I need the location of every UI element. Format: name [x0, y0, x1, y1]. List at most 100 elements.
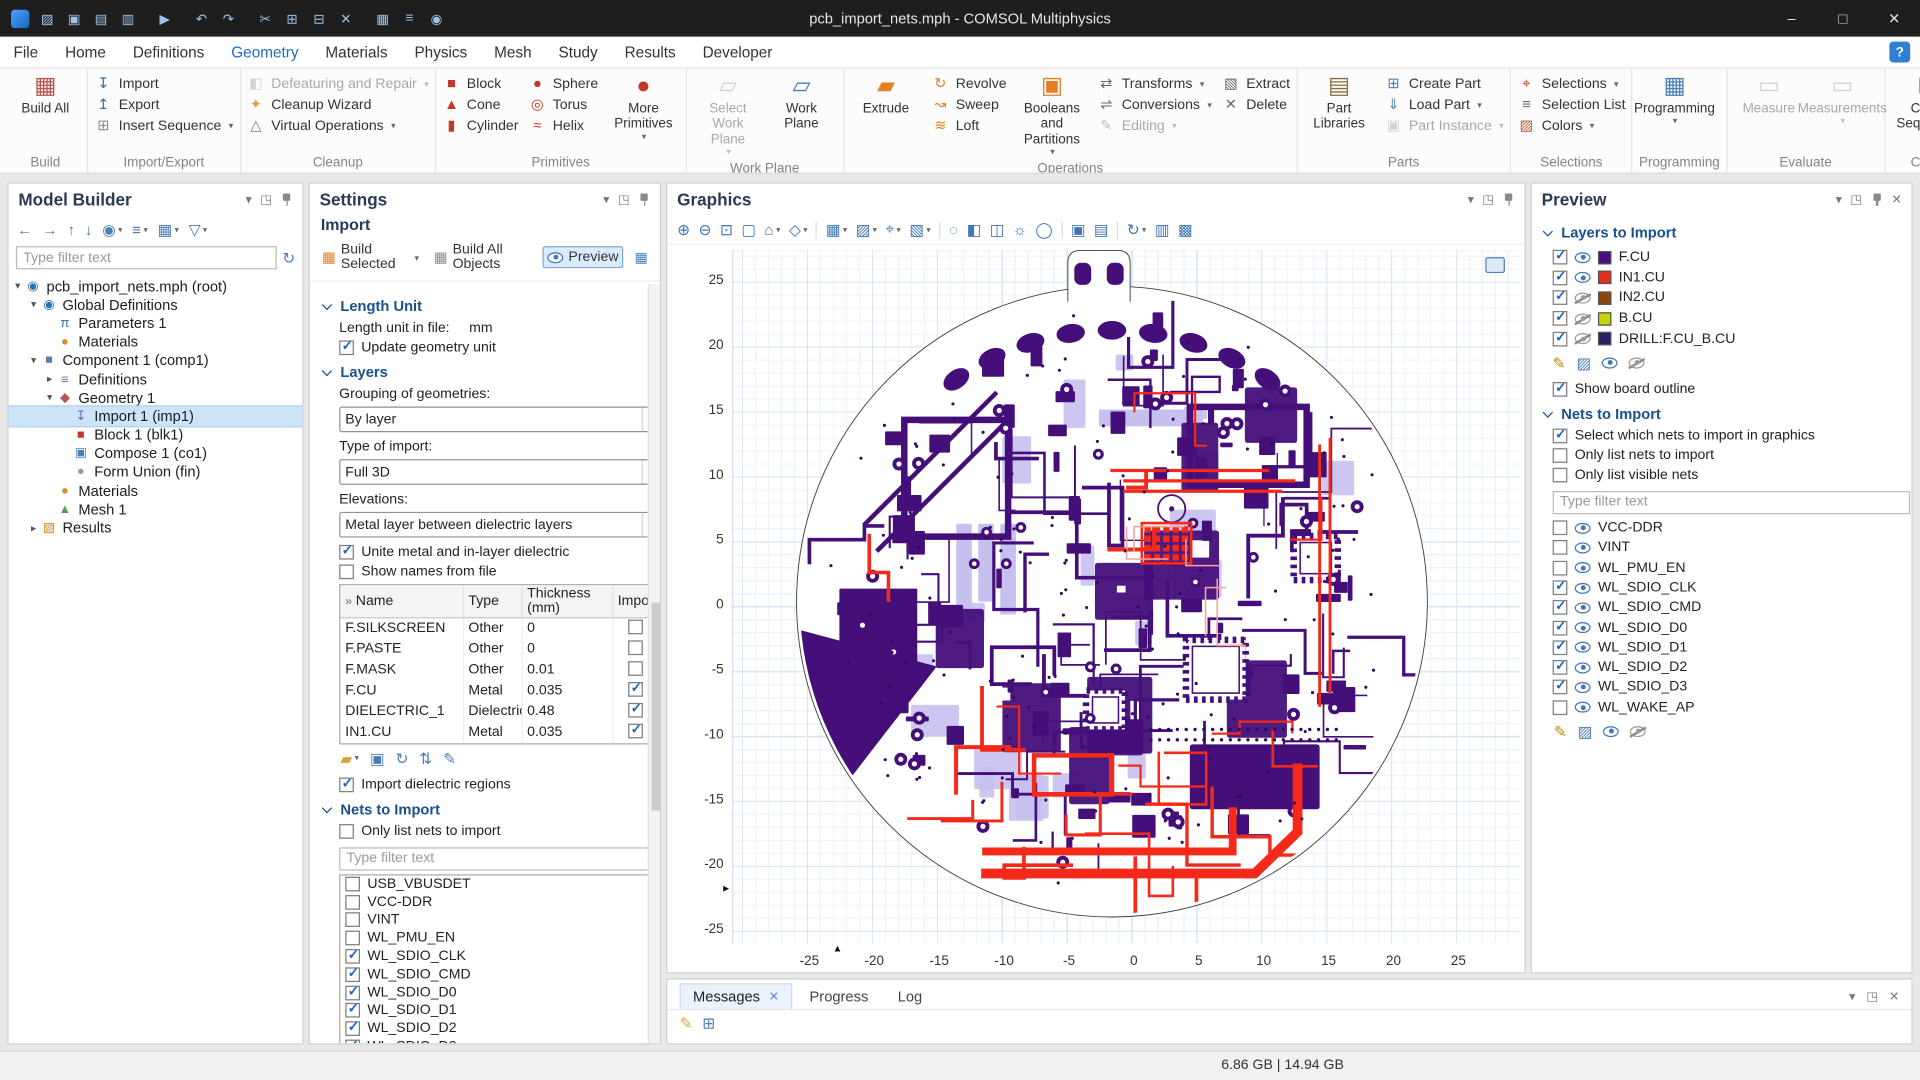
tab-geometry[interactable]: Geometry [218, 37, 312, 68]
net-list-item[interactable]: VINT [340, 911, 647, 929]
import-checkbox[interactable] [628, 702, 643, 717]
detach-icon[interactable]: ◳ [260, 193, 272, 206]
hide-objects-icon[interactable]: ◌ [949, 221, 958, 238]
net-list-item[interactable]: WL_PMU_EN [340, 929, 647, 947]
net-checkbox[interactable] [345, 931, 360, 946]
import-dielectric-checkbox[interactable] [339, 777, 354, 792]
undo-icon[interactable]: ↶ [189, 6, 215, 32]
zoom-out-icon[interactable]: ⊖ [699, 220, 712, 238]
net-list-item[interactable]: WL_SDIO_D0 [1553, 618, 1902, 638]
table-row[interactable]: IN1.CUMetal0.035 [340, 722, 647, 743]
snapshot-icon[interactable]: ▣ [1071, 220, 1085, 238]
camera-icon[interactable]: ▥ [1155, 220, 1169, 238]
pin-icon[interactable] [1871, 192, 1883, 207]
booleans-and-partitions-button[interactable]: ▣Booleans and Partitions▾ [1016, 72, 1087, 158]
net-checkbox[interactable] [1553, 580, 1568, 595]
layer-checkbox[interactable] [1553, 270, 1568, 285]
net-checkbox[interactable] [345, 913, 360, 928]
transforms-button[interactable]: ⇄Transforms▾ [1097, 76, 1212, 92]
net-list-item[interactable]: VINT [1553, 538, 1902, 558]
net-checkbox[interactable] [345, 1022, 360, 1037]
visible-eye-icon[interactable] [1575, 622, 1591, 633]
net-checkbox[interactable] [345, 967, 360, 982]
collapse-icon[interactable]: ▾ [1836, 193, 1842, 206]
layer-checkbox[interactable] [1553, 250, 1568, 265]
color-icon[interactable]: ▨ [1578, 722, 1592, 740]
layer-checkbox[interactable] [1553, 311, 1568, 326]
cleanup-wizard-button[interactable]: ✦Cleanup Wizard [247, 97, 429, 113]
expand-toggle-icon[interactable]: ▸ [27, 521, 40, 534]
grouping-select[interactable]: By layer▾ [339, 407, 648, 433]
net-checkbox[interactable] [345, 949, 360, 964]
import-button[interactable]: ↧Import [94, 76, 233, 92]
pin-icon[interactable] [638, 192, 650, 207]
block-button[interactable]: ■Block [442, 76, 518, 92]
model-builder-filter-input[interactable] [16, 246, 276, 269]
work-plane-button[interactable]: ▱Work Plane [766, 72, 837, 158]
plot-settings-icon[interactable]: ▩ [1178, 220, 1192, 238]
pin-icon[interactable] [280, 192, 292, 207]
tree-item-component-1-comp1[interactable]: ▾■Component 1 (comp1) [9, 351, 303, 370]
show-icon[interactable] [1602, 358, 1618, 369]
tab-mesh[interactable]: Mesh [481, 37, 545, 68]
save-layers-icon[interactable]: ▣ [370, 749, 384, 767]
net-checkbox[interactable] [345, 985, 360, 1000]
extract-button[interactable]: ▧Extract [1222, 76, 1290, 92]
layer-checkbox[interactable] [1553, 331, 1568, 346]
close-tab-icon[interactable]: ✕ [769, 990, 779, 1003]
transparency-icon[interactable]: ◧ [967, 220, 981, 238]
open-icon[interactable]: ▨ [34, 6, 60, 32]
layer-list-item[interactable]: DRILL:F.CU_B.CU [1553, 329, 1902, 349]
detach-icon[interactable]: ◳ [1482, 193, 1494, 206]
import-checkbox[interactable] [628, 640, 643, 655]
section-nets-to-import[interactable]: Nets to Import [321, 800, 645, 817]
net-checkbox[interactable] [1553, 680, 1568, 695]
print-icon[interactable]: ▤ [1094, 220, 1108, 238]
net-list-item[interactable]: VCC-DDR [340, 893, 647, 911]
move-up-icon[interactable]: ↑ [67, 221, 75, 238]
net-checkbox[interactable] [1553, 600, 1568, 615]
clear-messages-icon[interactable]: ✎ [680, 1014, 693, 1032]
move-layer-icon[interactable]: ⇅ [419, 749, 432, 767]
column-header-import[interactable]: Import [612, 585, 648, 617]
collapse-toggle-icon[interactable]: ▾ [11, 279, 24, 292]
net-checkbox[interactable] [1553, 620, 1568, 635]
collapse-toggle-icon[interactable]: ▾ [27, 354, 40, 367]
tab-file[interactable]: File [0, 37, 52, 68]
net-list-item[interactable]: WL_SDIO_CLK [1553, 578, 1902, 598]
net-checkbox[interactable] [1553, 540, 1568, 555]
tab-developer[interactable]: Developer [689, 37, 786, 68]
delete-icon[interactable]: ✕ [333, 6, 359, 32]
run-icon[interactable]: ▶ [152, 6, 178, 32]
hide-icon[interactable] [1630, 726, 1646, 737]
loft-button[interactable]: ≋Loft [931, 118, 1006, 134]
show-icon[interactable] [1603, 726, 1619, 737]
preview-settings-icon[interactable]: ▦ [631, 246, 652, 268]
build-all-objects-button[interactable]: ▦ Build All Objects [430, 240, 535, 274]
select-box-icon[interactable]: ▧▾ [909, 220, 930, 238]
net-checkbox[interactable] [345, 1003, 360, 1018]
column-header-thickness-mm[interactable]: Thickness (mm) [522, 585, 613, 617]
visible-eye-icon[interactable] [1575, 602, 1591, 613]
net-checkbox[interactable] [1553, 640, 1568, 655]
net-list-item[interactable]: WL_SDIO_D2 [1553, 658, 1902, 678]
filter-icon[interactable]: ▽▾ [189, 220, 208, 238]
layer-list-item[interactable]: IN2.CU [1553, 288, 1902, 308]
net-list-item[interactable]: WL_SDIO_D3 [340, 1038, 647, 1043]
wireframe-icon[interactable]: ◫ [990, 220, 1004, 238]
only-list-visible-nets-checkbox[interactable] [1553, 468, 1568, 483]
virtual-operations-button[interactable]: △Virtual Operations▾ [247, 118, 429, 134]
save-icon[interactable]: ▣ [61, 6, 87, 32]
elevations-select[interactable]: Metal layer between dielectric layers▾ [339, 512, 648, 538]
sweep-button[interactable]: ↝Sweep [931, 97, 1006, 113]
paste-icon[interactable]: ⊟ [306, 6, 332, 32]
conversions-button[interactable]: ⇌Conversions▾ [1097, 97, 1212, 113]
layer-list-item[interactable]: B.CU [1553, 308, 1902, 328]
extrude-button[interactable]: ▰Extrude [850, 72, 921, 158]
color-options-icon[interactable]: ▨▾ [856, 220, 877, 238]
hidden-eye-icon[interactable] [1575, 313, 1591, 324]
helix-button[interactable]: ≈Helix [528, 118, 598, 134]
minimize-button[interactable]: – [1766, 0, 1817, 37]
zoom-icon[interactable]: ◉ [424, 6, 450, 32]
pin-icon[interactable] [1502, 192, 1514, 207]
